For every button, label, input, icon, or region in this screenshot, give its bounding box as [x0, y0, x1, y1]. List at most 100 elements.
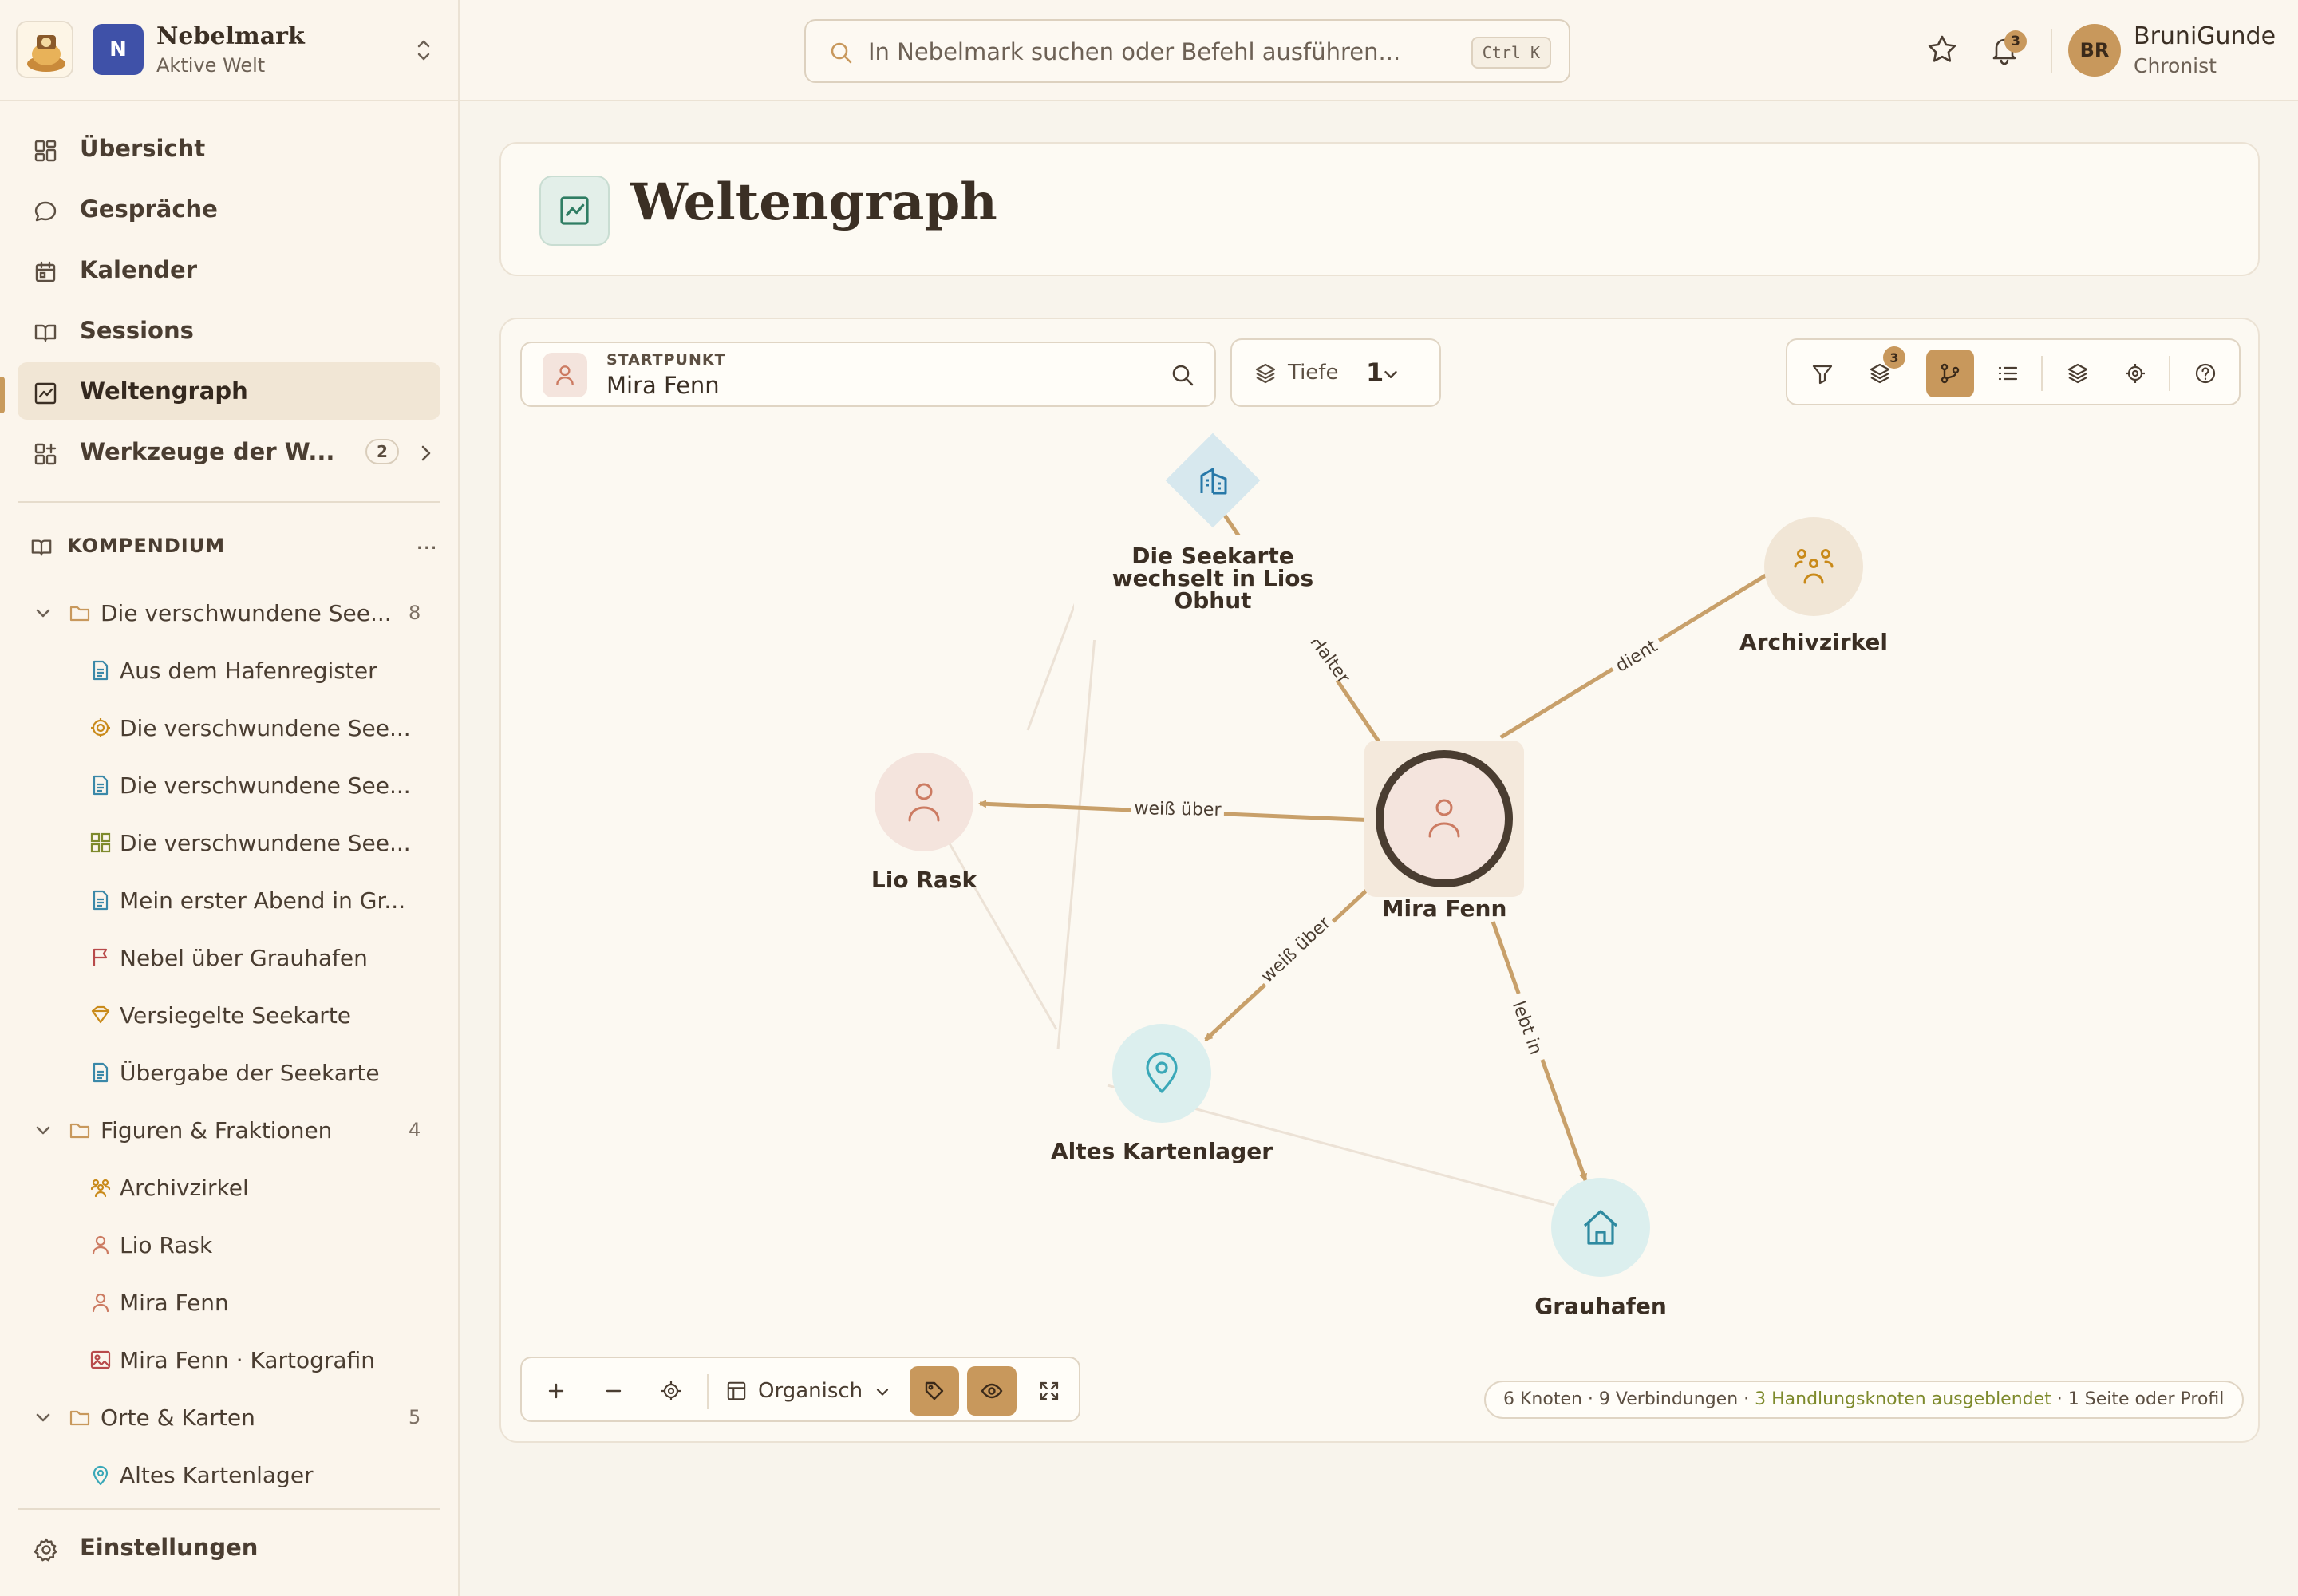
layout-icon	[727, 1381, 746, 1400]
tree-item[interactable]: Altes Kartenlager	[0, 1451, 447, 1499]
search-icon	[831, 42, 852, 64]
tree-item[interactable]: Die verschwundene See...	[0, 761, 447, 809]
tree-item[interactable]: Lio Rask	[0, 1221, 447, 1269]
group-icon	[90, 1179, 111, 1198]
zoom-out-button[interactable]	[589, 1366, 638, 1416]
stats-pages: · 1 Seite oder Profil	[2051, 1389, 2225, 1409]
document-icon	[93, 1062, 109, 1083]
folder-icon	[69, 1123, 90, 1139]
node-label: Altes Kartenlager	[1051, 1138, 1273, 1164]
workspace-switcher[interactable]: N Nebelmark Aktive Welt	[0, 0, 458, 101]
active-nav-marker	[0, 377, 5, 413]
nav-item-sessions[interactable]: Sessions	[18, 302, 440, 359]
world-graph-canvas[interactable]: ...iger Halter dient weiß über weiß über…	[501, 319, 2260, 1443]
nav-item-label: Sessions	[80, 317, 194, 344]
tree-item[interactable]: Die verschwundene See...	[0, 819, 447, 867]
tree-item[interactable]: Versiegelte Seekarte	[0, 991, 447, 1039]
list-view-button[interactable]	[1984, 350, 2031, 397]
global-search-input[interactable]: In Nebelmark suchen oder Befehl ausführe…	[804, 19, 1570, 83]
chevron-down-icon[interactable]	[32, 1119, 54, 1141]
start-node-input[interactable]: STARTPUNKT Mira Fenn	[520, 342, 1216, 407]
document-icon	[93, 660, 109, 681]
help-button[interactable]	[2182, 350, 2229, 397]
image-icon	[90, 1350, 111, 1369]
dashboard-icon	[34, 140, 57, 162]
filter-icon	[1812, 365, 1833, 385]
target-icon	[91, 718, 110, 737]
tree-item[interactable]: Mein erster Abend in Gr...	[0, 876, 447, 924]
layers-count-badge: 3	[1883, 346, 1905, 369]
tree-item[interactable]: Mira Fenn · Kartografin	[0, 1336, 447, 1384]
tree-item[interactable]: Übergabe der Seekarte	[0, 1049, 447, 1096]
tree-item[interactable]: Mira Fenn	[0, 1278, 447, 1326]
tree-folder-count: 4	[409, 1119, 421, 1141]
tree-folder[interactable]: Orte & Karten 5	[0, 1393, 447, 1441]
nav-item-world-tools[interactable]: Werkzeuge der W... 2	[18, 423, 440, 480]
tree-folder[interactable]: Figuren & Fraktionen 4	[0, 1106, 447, 1154]
expand-icon	[1040, 1381, 1059, 1400]
nav-item-label: Kalender	[80, 256, 198, 283]
compendium-more-button[interactable]: ...	[416, 528, 437, 555]
focus-button[interactable]	[2111, 350, 2159, 397]
tree-folder-label: Figuren & Fraktionen	[101, 1117, 333, 1144]
node-label: Lio Rask	[871, 867, 978, 893]
nav-item-calendar[interactable]: Kalender	[18, 241, 440, 298]
fullscreen-button[interactable]	[1025, 1366, 1074, 1416]
gear-icon	[34, 1538, 57, 1562]
toolbar-divider	[2041, 356, 2043, 391]
person-icon	[543, 353, 587, 397]
compendium-header: KOMPENDIUM ...	[30, 528, 437, 562]
tree-folder[interactable]: Die verschwundene See... 8	[0, 589, 447, 637]
git-branch-icon	[1941, 363, 1960, 384]
chevron-down-icon[interactable]	[32, 1406, 54, 1428]
graph-node-seekarte[interactable]: Die Seekarte wechselt in Lios Obhut	[1074, 433, 1355, 640]
stack-icon	[2067, 363, 2088, 384]
start-node-value: Mira Fenn	[606, 372, 720, 399]
nav-item-overview[interactable]: Übersicht	[18, 120, 440, 177]
graph-node-altes-kartenlager[interactable]: Altes Kartenlager	[1051, 1024, 1273, 1164]
settings-button[interactable]: Einstellungen	[18, 1521, 440, 1574]
user-name[interactable]: BruniGunde	[2134, 22, 2276, 50]
tree-item-label: Nebel über Grauhafen	[120, 945, 368, 971]
tag-icon	[91, 1005, 110, 1024]
filter-button[interactable]	[1799, 350, 1846, 397]
user-avatar[interactable]: BR	[2068, 24, 2121, 77]
tree-folder-count: 5	[409, 1406, 421, 1428]
search-shortcut-hint: Ctrl K	[1471, 37, 1551, 69]
tree-item-label: Altes Kartenlager	[120, 1462, 314, 1488]
labels-toggle-button[interactable]	[910, 1366, 959, 1416]
chevron-down-icon	[876, 1389, 889, 1396]
stack-button[interactable]	[2054, 350, 2102, 397]
graph-controls: Organisch	[520, 1357, 1080, 1422]
zoom-in-button[interactable]	[531, 1366, 581, 1416]
graph-node-lio-rask[interactable]: Lio Rask	[871, 753, 978, 893]
chevron-up-down-icon[interactable]	[412, 37, 436, 64]
chevron-down-icon[interactable]	[32, 602, 54, 624]
stats-hidden-nodes[interactable]: 3 Handlungsknoten ausgeblendet	[1755, 1389, 2051, 1409]
graph-node-archivzirkel[interactable]: Archivzirkel	[1739, 517, 1888, 655]
document-icon	[93, 890, 109, 911]
star-icon[interactable]	[1926, 34, 1958, 65]
chevron-right-icon[interactable]	[415, 442, 437, 464]
graph-node-grauhafen[interactable]: Grauhafen	[1534, 1178, 1667, 1319]
tree-item-label: Übergabe der Seekarte	[120, 1060, 380, 1086]
sidebar-divider	[18, 501, 440, 503]
nav-item-conversations[interactable]: Gespräche	[18, 180, 440, 238]
recenter-button[interactable]	[646, 1366, 696, 1416]
tree-item[interactable]: Die verschwundene See...	[0, 704, 447, 752]
nav-item-label: Übersicht	[80, 135, 206, 162]
nav-item-world-graph[interactable]: Weltengraph	[18, 362, 440, 420]
world-badge: N	[93, 24, 144, 75]
graph-node-mira-fenn[interactable]: Mira Fenn	[1364, 741, 1524, 922]
tree-item-label: Die verschwundene See...	[120, 830, 411, 856]
depth-select[interactable]: Tiefe 1	[1230, 338, 1441, 407]
tree-item[interactable]: Aus dem Hafenregister	[0, 646, 447, 694]
search-icon[interactable]	[1170, 362, 1195, 388]
branch-view-button[interactable]	[1926, 350, 1974, 397]
tree-item[interactable]: Archivzirkel	[0, 1163, 447, 1211]
layout-select[interactable]: Organisch	[726, 1366, 897, 1416]
tree-item-label: Lio Rask	[120, 1232, 213, 1258]
tree-item[interactable]: Nebel über Grauhafen	[0, 934, 447, 982]
visibility-toggle-button[interactable]	[967, 1366, 1017, 1416]
flag-icon	[93, 948, 108, 966]
